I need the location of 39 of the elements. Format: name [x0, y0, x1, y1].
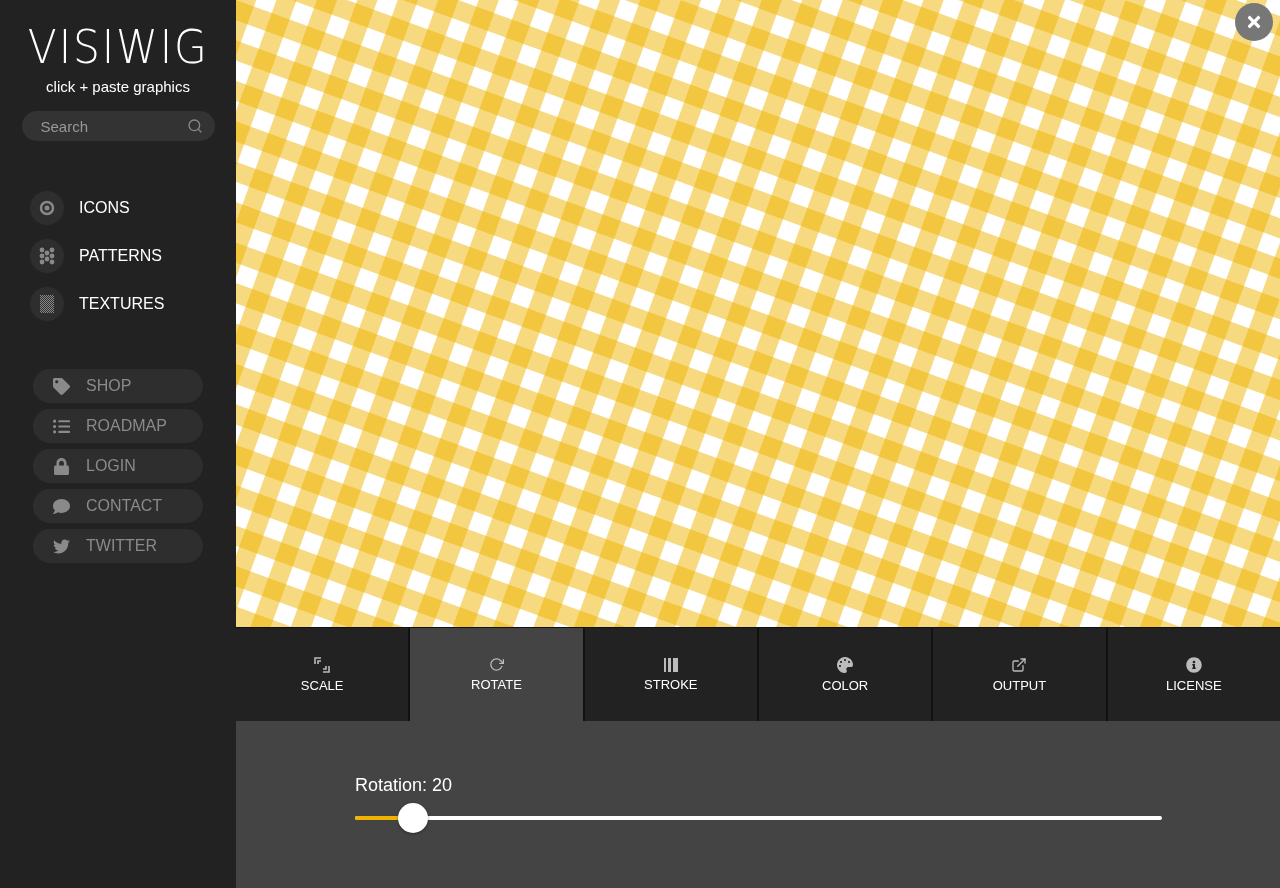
speech-bubble-icon — [53, 497, 70, 515]
slider-thumb[interactable] — [398, 803, 429, 833]
nav-button[interactable]: ROADMAP — [33, 409, 203, 443]
tool-tab[interactable]: LICENSE — [1107, 628, 1280, 721]
info-icon — [1185, 656, 1202, 673]
category-icon-circle[interactable] — [30, 191, 64, 225]
category-link[interactable]: TEXTURES — [79, 295, 165, 313]
lock-icon — [53, 457, 70, 475]
external-link-icon — [1011, 656, 1028, 673]
tool-tab[interactable]: ROTATE — [410, 628, 583, 721]
palette-icon — [837, 656, 854, 673]
tag-icon — [53, 377, 70, 395]
tool-tab[interactable]: STROKE — [584, 628, 757, 721]
stripes-icon — [663, 657, 678, 672]
category-link[interactable]: PATTERNS — [79, 247, 162, 265]
texture-icon — [40, 295, 54, 313]
tool-tab[interactable]: SCALE — [236, 628, 409, 721]
scale-icon — [314, 656, 331, 673]
rotation-label: Rotation: 20 — [355, 775, 453, 796]
list-icon — [53, 417, 70, 435]
tagline: click + paste graphics — [46, 78, 190, 95]
nav-button[interactable]: LOGIN — [33, 449, 203, 483]
logo[interactable]: VISIWIG — [27, 22, 209, 72]
category-link[interactable]: ICONS — [79, 199, 130, 217]
bird-icon — [53, 537, 70, 555]
category-icon-circle[interactable] — [30, 287, 64, 321]
target-icon — [39, 200, 55, 216]
nav-button[interactable]: TWITTER — [33, 529, 203, 563]
nav-button[interactable]: CONTACT — [33, 489, 203, 523]
dots-icon — [38, 247, 56, 265]
tool-tab[interactable]: OUTPUT — [933, 628, 1106, 721]
close-icon — [1245, 13, 1263, 31]
tool-tab[interactable]: COLOR — [759, 628, 932, 721]
search-icon[interactable] — [186, 118, 203, 134]
category-icon-circle[interactable] — [30, 239, 64, 273]
rotate-icon — [489, 657, 504, 672]
nav-button[interactable]: SHOP — [33, 369, 203, 403]
rotation-slider[interactable] — [355, 803, 1162, 833]
search-field[interactable]: Search — [21, 111, 215, 141]
